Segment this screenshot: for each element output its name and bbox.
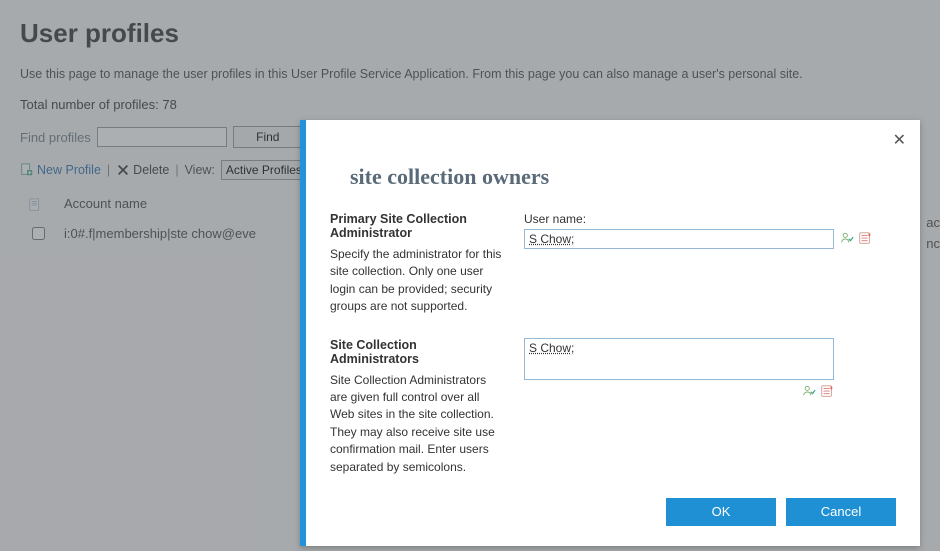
primary-admin-right: User name: S Chow; <box>524 212 896 316</box>
secondary-admin-header: Site Collection Administrators <box>330 338 506 366</box>
secondary-admin-right: S Chow; <box>524 338 896 476</box>
primary-admin-tools <box>840 231 872 245</box>
username-label: User name: <box>524 212 896 226</box>
check-names-icon[interactable] <box>802 384 816 398</box>
secondary-admin-tools <box>524 384 834 398</box>
dialog-actions: OK Cancel <box>330 498 896 526</box>
primary-admin-body: Specify the administrator for this site … <box>330 246 506 316</box>
secondary-admin-user: S Chow; <box>529 341 574 355</box>
primary-admin-section: Primary Site Collection Administrator Sp… <box>330 212 896 316</box>
primary-admin-header: Primary Site Collection Administrator <box>330 212 506 240</box>
primary-admin-user: S Chow; <box>529 232 574 246</box>
dialog-title: site collection owners <box>350 164 896 190</box>
check-names-icon[interactable] <box>840 231 854 245</box>
cancel-button[interactable]: Cancel <box>786 498 896 526</box>
secondary-admin-left: Site Collection Administrators Site Coll… <box>330 338 506 476</box>
ok-button[interactable]: OK <box>666 498 776 526</box>
secondary-admin-people-picker[interactable]: S Chow; <box>524 338 834 380</box>
address-book-icon[interactable] <box>820 384 834 398</box>
site-collection-owners-dialog: ✕ site collection owners Primary Site Co… <box>300 120 920 546</box>
secondary-admin-body: Site Collection Administrators are given… <box>330 372 506 476</box>
address-book-icon[interactable] <box>858 231 872 245</box>
close-button[interactable]: ✕ <box>893 130 906 150</box>
secondary-admins-section: Site Collection Administrators Site Coll… <box>330 338 896 476</box>
primary-admin-people-picker[interactable]: S Chow; <box>524 229 834 249</box>
primary-admin-left: Primary Site Collection Administrator Sp… <box>330 212 506 316</box>
